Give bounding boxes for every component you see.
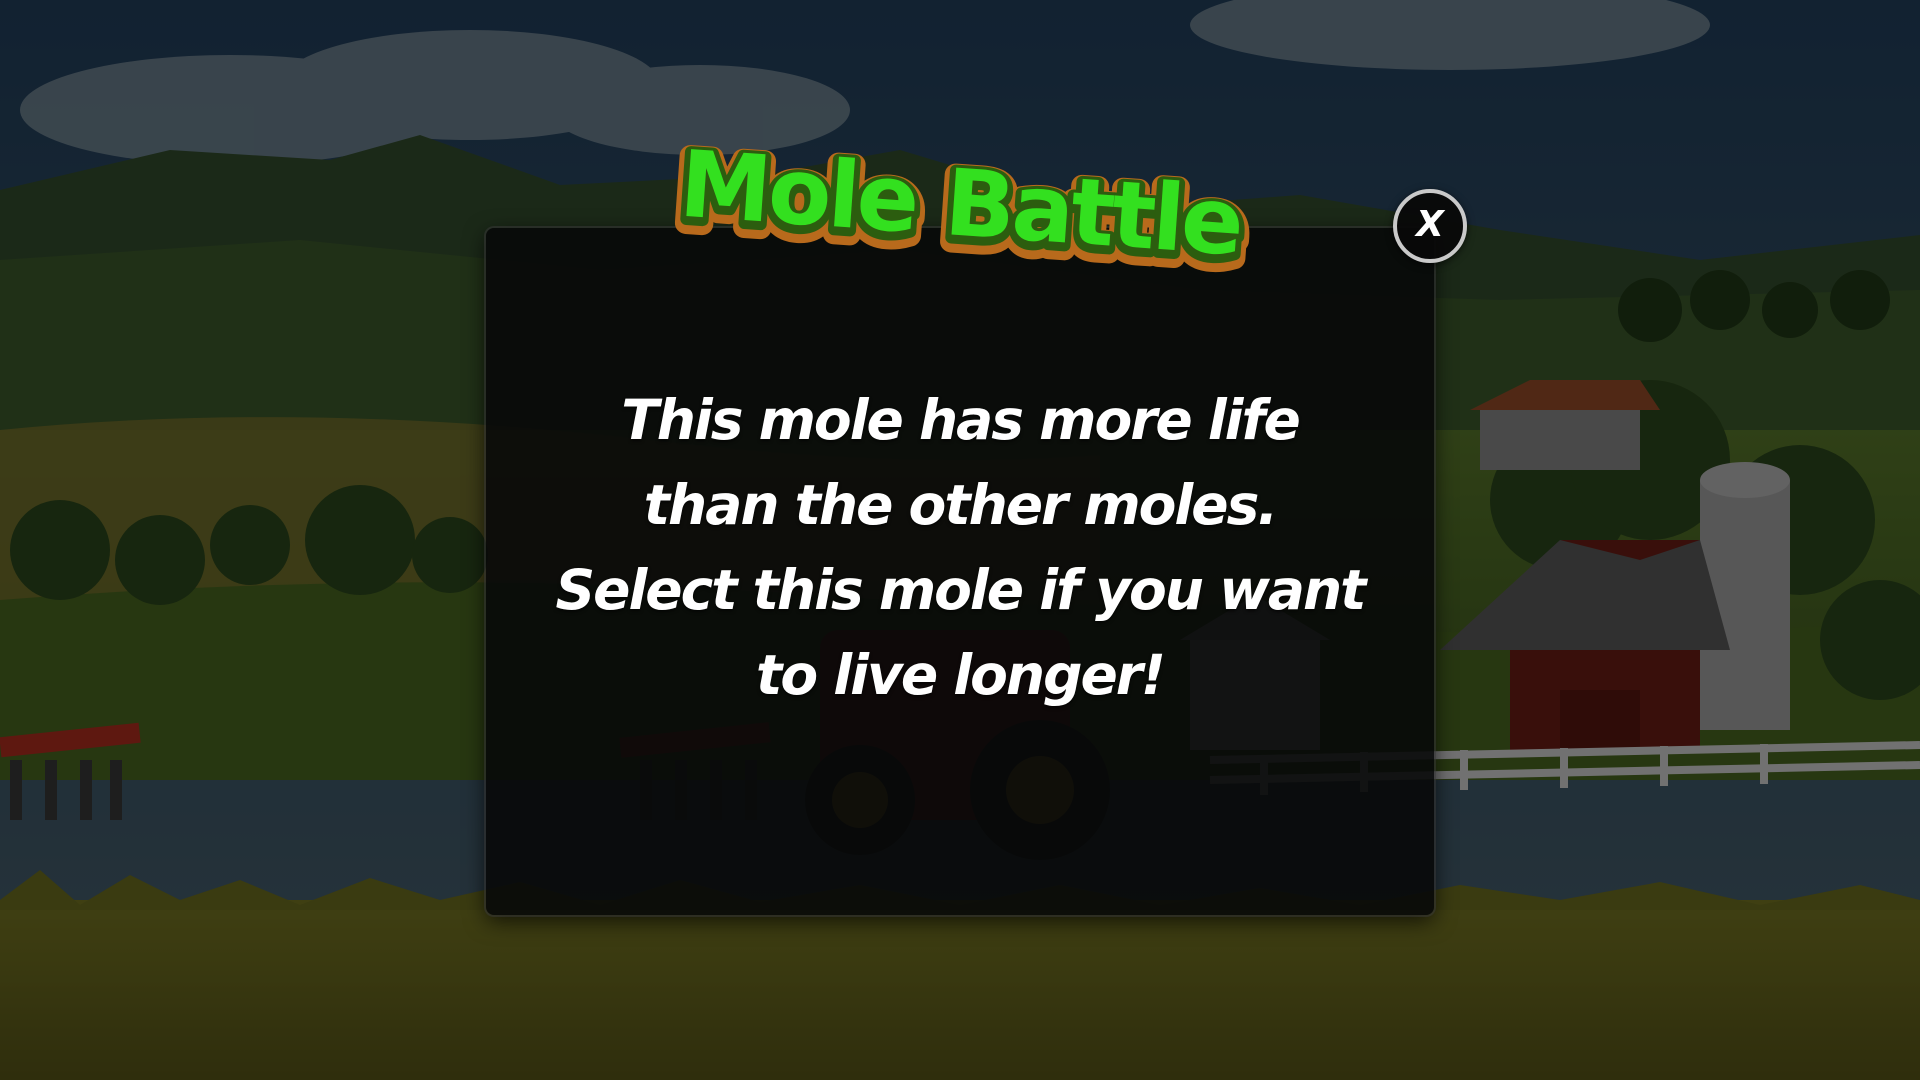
close-button[interactable]: X: [1393, 189, 1467, 263]
message-line: This mole has more life: [621, 388, 1301, 452]
game-title-logo: Mole Battle Mole Battle Mole Battle: [660, 127, 1260, 295]
dialog-message: This mole has more life than the other m…: [486, 378, 1434, 718]
message-line: than the other moles.: [643, 473, 1278, 537]
title-logo-graphic: Mole Battle Mole Battle Mole Battle: [665, 127, 1255, 295]
message-line: to live longer!: [756, 643, 1166, 707]
message-line: Select this mole if you want: [555, 558, 1367, 622]
close-icon[interactable]: X: [1416, 207, 1444, 243]
title-logo-text: Mole Battle: [676, 131, 1244, 277]
game-screen: Mole Battle Mole Battle Mole Battle X Th…: [0, 0, 1920, 1080]
